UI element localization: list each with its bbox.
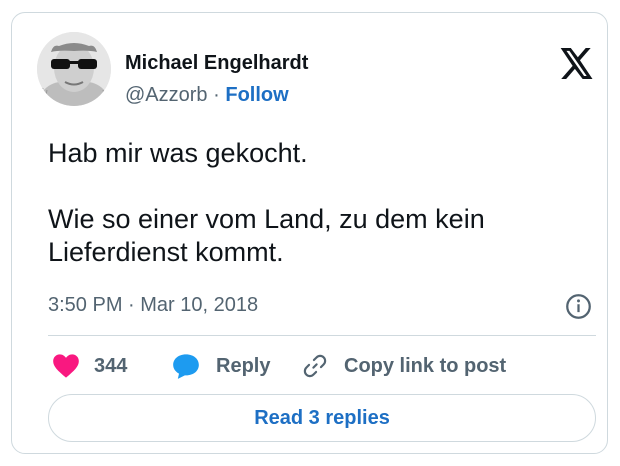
author-handle-row: @Azzorb · Follow: [125, 83, 289, 107]
tweet-text-line: Wie so einer vom Land, zu dem kein Liefe…: [48, 204, 485, 267]
info-icon[interactable]: [565, 293, 592, 320]
tweet-text-line: Hab mir was gekocht.: [48, 138, 308, 168]
tweet-text: Hab mir was gekocht. Wie so einer vom La…: [48, 137, 588, 269]
like-count: 344: [94, 354, 128, 377]
reply-label: Reply: [216, 354, 271, 377]
reply-bubble-icon: [173, 354, 199, 379]
author-handle[interactable]: @Azzorb: [125, 84, 208, 106]
tweet-card: Michael Engelhardt @Azzorb · Follow Hab …: [11, 12, 608, 454]
x-logo-icon[interactable]: [560, 48, 594, 79]
copy-link-button[interactable]: Copy link to post: [302, 351, 506, 381]
like-button[interactable]: 344: [52, 351, 127, 381]
profile-photo-icon: [37, 32, 111, 106]
author-name[interactable]: Michael Engelhardt: [125, 51, 308, 75]
avatar[interactable]: [37, 32, 111, 106]
read-replies-button[interactable]: Read 3 replies: [48, 394, 596, 442]
follow-button[interactable]: Follow: [225, 84, 288, 106]
tweet-timestamp[interactable]: 3:50 PM · Mar 10, 2018: [48, 293, 258, 317]
divider: [48, 335, 596, 336]
heart-icon: [53, 354, 79, 378]
copy-link-label: Copy link to post: [344, 354, 507, 377]
link-icon: [303, 354, 327, 378]
handle-separator: ·: [213, 84, 220, 106]
reply-button[interactable]: Reply: [172, 351, 270, 381]
